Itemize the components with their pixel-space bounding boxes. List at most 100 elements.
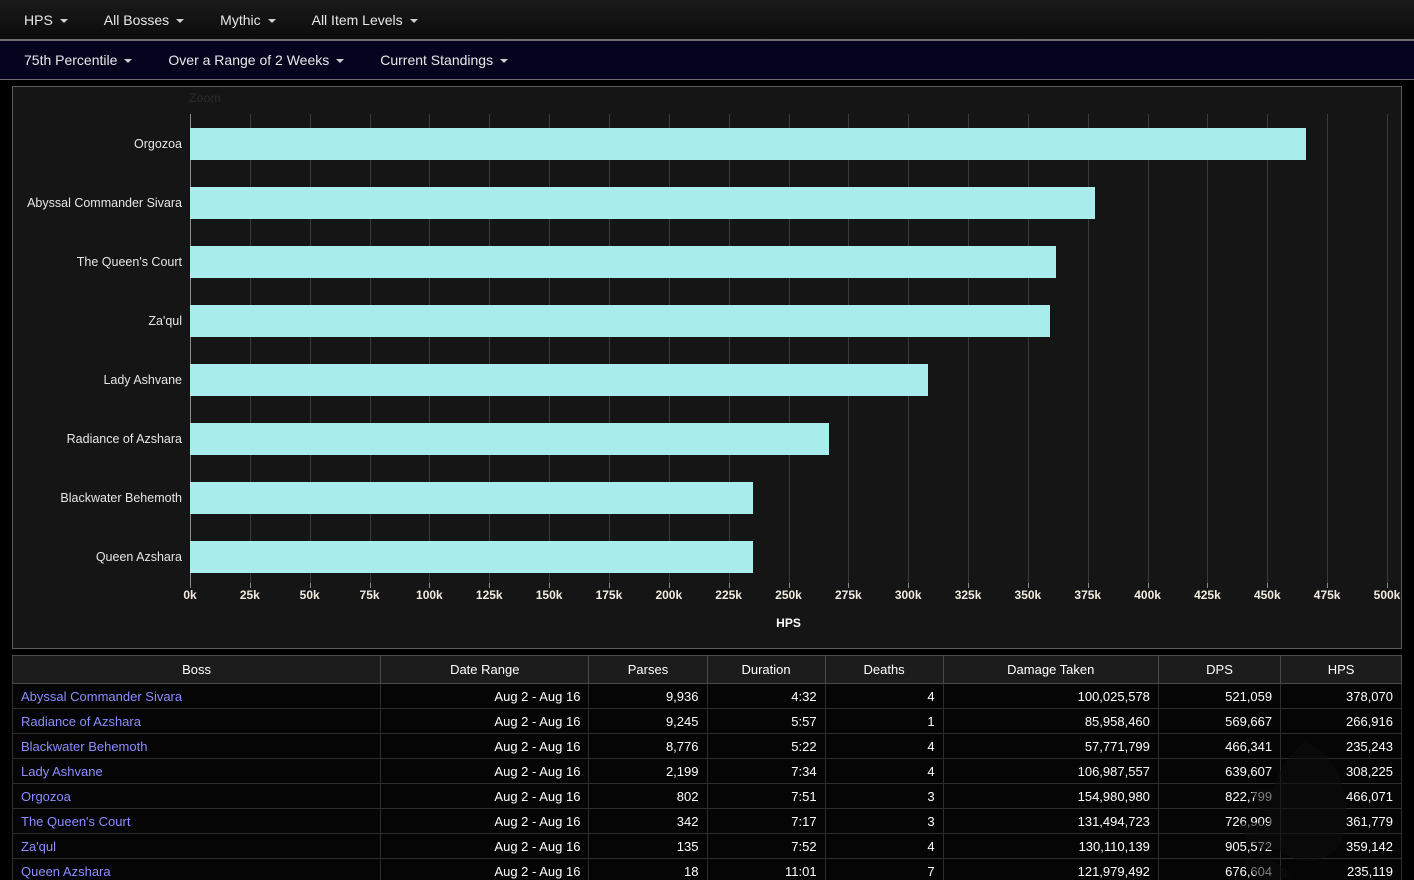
x-tick-label-0k: 0k — [183, 588, 197, 602]
x-tick-mark-1 — [249, 583, 251, 588]
table-row: Za'qul Aug 2 - Aug 16 135 7:52 4 130,110,139 9… — [11, 833, 1402, 859]
chart-y-axis-labels: Orgozoa Abyssal Commander Sivara The Queen… — [13, 114, 190, 586]
bar-row[interactable] — [190, 527, 1387, 586]
nav-secondary-label-2: Current Standings — [380, 52, 494, 68]
column-header-deaths[interactable]: Deaths — [824, 655, 944, 684]
x-tick-mark-15 — [1087, 583, 1089, 588]
table-row: Orgozoa Aug 2 - Aug 16 802 7:51 3 154,980,980… — [11, 783, 1402, 809]
boss-link[interactable]: The Queen's Court — [21, 814, 130, 829]
gridline-500k — [1387, 114, 1388, 586]
bar-queen-azshara[interactable] — [190, 540, 753, 573]
x-tick-mark-12 — [908, 583, 910, 588]
boss-selector[interactable]: All Bosses — [94, 8, 196, 32]
cell-boss: Za'qul — [11, 833, 382, 859]
column-header-duration[interactable]: Duration — [706, 655, 826, 684]
cell-dps: 569,667 — [1157, 708, 1282, 734]
cell-boss: Radiance of Azshara — [11, 708, 382, 734]
x-tick-label-300k: 300k — [894, 588, 922, 602]
cell-deaths: 4 — [824, 683, 944, 709]
cell-deaths: 4 — [824, 733, 944, 759]
cell-deaths: 1 — [824, 708, 944, 734]
x-tick-label-100k: 100k — [416, 588, 443, 602]
cell-date-range: Aug 2 - Aug 16 — [380, 808, 590, 834]
boss-link[interactable]: Orgozoa — [21, 789, 71, 804]
cell-date-range: Aug 2 - Aug 16 — [380, 833, 590, 859]
cell-damage-taken: 131,494,723 — [942, 808, 1159, 834]
cell-hps: 308,225 — [1280, 758, 1402, 784]
bar-orgozoa[interactable] — [190, 127, 1306, 160]
boss-link[interactable]: Radiance of Azshara — [21, 714, 141, 729]
bar-za-qul[interactable] — [190, 304, 1050, 337]
bar-the-queen-s-court[interactable] — [190, 245, 1057, 278]
boss-link[interactable]: Lady Ashvane — [21, 764, 103, 779]
metric-selector[interactable]: HPS — [14, 8, 80, 32]
boss-link[interactable]: Abyssal Commander Sivara — [21, 689, 182, 704]
cell-parses: 135 — [588, 833, 708, 859]
cell-parses: 8,776 — [588, 733, 708, 759]
chart-bars — [190, 114, 1387, 586]
bar-row[interactable] — [190, 114, 1387, 173]
boss-link[interactable]: Blackwater Behemoth — [21, 739, 147, 754]
x-tick-label-325k: 325k — [954, 588, 982, 602]
bar-row[interactable] — [190, 232, 1387, 291]
item-level-selector[interactable]: All Item Levels — [302, 8, 430, 32]
x-tick-mark-8 — [668, 583, 670, 588]
boss-link[interactable]: Za'qul — [21, 839, 56, 854]
chevron-down-icon — [59, 18, 68, 23]
y-axis-label-3: Za'qul — [148, 313, 182, 328]
x-tick-mark-19 — [1327, 583, 1329, 588]
cell-hps: 235,243 — [1280, 733, 1402, 759]
cell-duration: 7:52 — [706, 833, 826, 859]
chart-zoom-label[interactable]: Zoom — [189, 91, 221, 105]
bar-abyssal-commander-sivara[interactable] — [190, 186, 1096, 219]
x-tick-label-125k: 125k — [475, 588, 503, 602]
bar-lady-ashvane[interactable] — [190, 363, 928, 396]
chevron-down-icon — [500, 59, 509, 63]
x-tick-label-375k: 375k — [1074, 588, 1102, 602]
bar-row[interactable] — [190, 409, 1387, 468]
standings-selector[interactable]: Current Standings — [370, 48, 520, 72]
column-header-date-range[interactable]: Date Range — [380, 655, 590, 684]
boss-link[interactable]: Queen Azshara — [21, 864, 111, 879]
x-tick-mark-13 — [968, 583, 970, 588]
cell-duration: 4:32 — [706, 683, 826, 709]
cell-boss: Abyssal Commander Sivara — [11, 683, 382, 709]
column-header-parses[interactable]: Parses — [588, 655, 708, 684]
column-header-hps[interactable]: HPS — [1280, 655, 1402, 684]
bar-row[interactable] — [190, 291, 1387, 350]
x-tick-label-225k: 225k — [715, 588, 742, 602]
table-row: Queen Azshara Aug 2 - Aug 16 18 11:01 7 121,9… — [11, 858, 1402, 880]
column-header-boss[interactable]: Boss — [11, 655, 382, 684]
table-row: The Queen's Court Aug 2 - Aug 16 342 7:17 3 1… — [11, 808, 1402, 834]
date-range-selector[interactable]: Over a Range of 2 Weeks — [158, 48, 356, 72]
percentile-selector[interactable]: 75th Percentile — [14, 48, 144, 72]
table-row: Radiance of Azshara Aug 2 - Aug 16 9,245 5:… — [11, 708, 1402, 734]
cell-damage-taken: 106,987,557 — [942, 758, 1159, 784]
nav-secondary-label-0: 75th Percentile — [24, 52, 118, 68]
column-header-damage-taken[interactable]: Damage Taken — [942, 655, 1159, 684]
bar-row[interactable] — [190, 350, 1387, 409]
x-tick-label-400k: 400k — [1134, 588, 1161, 602]
bar-blackwater-behemoth[interactable] — [190, 481, 754, 514]
cell-date-range: Aug 2 - Aug 16 — [380, 783, 590, 809]
x-tick-mark-0 — [190, 583, 191, 588]
table-header-row: Boss Date Range Parses Duration Deaths Damage… — [11, 655, 1402, 684]
x-tick-mark-17 — [1207, 583, 1209, 588]
column-header-dps[interactable]: DPS — [1157, 655, 1282, 684]
x-tick-label-200k: 200k — [655, 588, 683, 602]
bar-row[interactable] — [190, 173, 1387, 232]
bar-radiance-of-azshara[interactable] — [190, 422, 829, 455]
x-tick-mark-18 — [1267, 583, 1269, 588]
cell-dps: 521,059 — [1157, 683, 1282, 709]
nav-primary-label-3: All Item Levels — [311, 11, 403, 28]
cell-date-range: Aug 2 - Aug 16 — [380, 708, 590, 734]
difficulty-selector[interactable]: Mythic — [210, 8, 287, 32]
bar-row[interactable] — [190, 468, 1387, 527]
y-axis-label-2: The Queen's Court — [76, 254, 182, 269]
cell-parses: 802 — [588, 783, 708, 809]
y-axis-label-1: Abyssal Commander Sivara — [27, 195, 182, 210]
x-tick-label-175k: 175k — [595, 588, 623, 602]
y-axis-label-6: Blackwater Behemoth — [60, 490, 182, 505]
x-tick-label-500k: 500k — [1373, 588, 1401, 602]
x-tick-mark-3 — [369, 583, 371, 588]
